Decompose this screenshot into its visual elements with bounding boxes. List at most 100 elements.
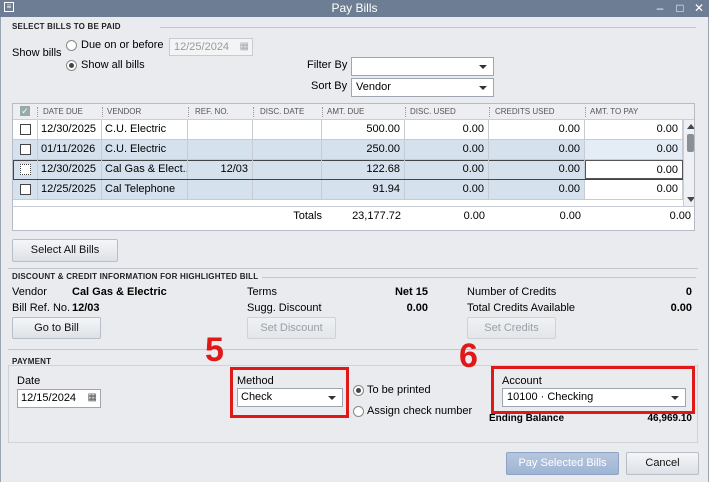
sort-by-select[interactable]: Vendor — [351, 78, 494, 97]
due-date-value: 12/25/2024 — [174, 41, 230, 53]
cell-ref-no — [188, 180, 253, 199]
discount-section-header: DISCOUNT & CREDIT INFORMATION FOR HIGHLI… — [12, 272, 259, 281]
method-select[interactable]: Check — [237, 388, 343, 407]
show-bills-label: Show bills — [12, 47, 62, 59]
scroll-thumb[interactable] — [687, 134, 694, 152]
divider — [8, 349, 698, 350]
chevron-down-icon — [479, 85, 487, 90]
account-label: Account — [502, 375, 542, 387]
total-credits-value: 0.00 — [670, 302, 692, 314]
to-be-printed-radio[interactable] — [353, 385, 364, 396]
num-credits-label: Number of Credits — [467, 286, 557, 298]
cell-credits-used: 0.00 — [489, 160, 585, 179]
col-amt-to-pay[interactable]: AMT. TO PAY — [590, 107, 638, 116]
row-checkbox[interactable] — [20, 144, 31, 155]
col-ref-no[interactable]: REF. NO. — [195, 107, 229, 116]
cell-date-due: 01/11/2026 — [37, 140, 102, 159]
cell-disc-used: 0.00 — [405, 140, 489, 159]
cell-ref-no — [188, 120, 253, 139]
cell-disc-used: 0.00 — [405, 160, 489, 179]
table-scrollbar[interactable] — [683, 120, 694, 206]
bill-ref-label: Bill Ref. No. — [12, 302, 71, 314]
scroll-down-icon[interactable] — [687, 197, 694, 202]
set-credits-button[interactable]: Set Credits — [467, 317, 556, 339]
table-row[interactable]: 12/30/2025 C.U. Electric 500.00 0.00 0.0… — [13, 120, 683, 140]
divider — [8, 268, 698, 269]
calendar-icon[interactable]: ▦ — [240, 41, 249, 52]
due-on-before-label[interactable]: Due on or before — [81, 39, 164, 51]
account-select[interactable]: 10100 · Checking — [502, 388, 686, 407]
cell-credits-used: 0.00 — [489, 140, 585, 159]
col-vendor[interactable]: VENDOR — [107, 107, 141, 116]
calendar-icon[interactable]: ▦ — [88, 392, 97, 403]
step-5-label: 5 — [205, 331, 224, 369]
show-all-bills-label[interactable]: Show all bills — [81, 59, 145, 71]
sort-by-label: Sort By — [311, 80, 348, 92]
chevron-down-icon — [671, 395, 679, 400]
cell-date-due: 12/25/2025 — [37, 180, 102, 199]
table-row[interactable]: 12/25/2025 Cal Telephone 91.94 0.00 0.00… — [13, 180, 683, 200]
divider — [160, 27, 696, 28]
filter-by-select[interactable] — [351, 57, 494, 76]
col-disc-used[interactable]: DISC. USED — [410, 107, 456, 116]
row-checkbox[interactable] — [20, 164, 31, 175]
payment-date-field[interactable]: 12/15/2024 ▦ — [17, 389, 101, 408]
assign-check-radio[interactable] — [353, 406, 364, 417]
col-disc-date[interactable]: DISC. DATE — [260, 107, 304, 116]
table-row-selected[interactable]: 12/30/2025 Cal Gas & Elect... 12/03 122.… — [13, 160, 683, 180]
table-row[interactable]: 01/11/2026 C.U. Electric 250.00 0.00 0.0… — [13, 140, 683, 160]
scroll-up-icon[interactable] — [687, 124, 694, 129]
sugg-discount-value: 0.00 — [406, 302, 428, 314]
col-credits-used[interactable]: CREDITS USED — [495, 107, 555, 116]
set-discount-button[interactable]: Set Discount — [247, 317, 336, 339]
vendor-value: Cal Gas & Electric — [72, 286, 167, 298]
cell-ref-no: 12/03 — [188, 160, 253, 179]
select-all-bills-button[interactable]: Select All Bills — [12, 239, 118, 262]
show-all-bills-radio[interactable] — [66, 60, 77, 71]
minimize-icon[interactable]: – — [651, 0, 669, 17]
bills-table: ✓ DATE DUE VENDOR REF. NO. DISC. DATE AM… — [12, 103, 695, 231]
totals-row: Totals 23,177.72 0.00 0.00 0.00 — [13, 206, 694, 226]
totals-disc-used: 0.00 — [463, 210, 485, 222]
restore-icon[interactable]: □ — [671, 0, 689, 17]
cell-vendor: Cal Telephone — [102, 180, 188, 199]
cell-credits-used: 0.00 — [489, 180, 585, 199]
cell-date-due: 12/30/2025 — [37, 120, 102, 139]
row-checkbox[interactable] — [20, 184, 31, 195]
to-be-printed-label[interactable]: To be printed — [367, 384, 431, 396]
assign-check-label[interactable]: Assign check number — [367, 405, 472, 417]
cell-disc-date — [253, 160, 322, 179]
payment-date-value: 12/15/2024 — [21, 392, 77, 404]
payment-date-label: Date — [17, 375, 41, 387]
pay-selected-bills-button[interactable]: Pay Selected Bills — [506, 452, 619, 475]
row-checkbox[interactable] — [20, 124, 31, 135]
cancel-button[interactable]: Cancel — [626, 452, 699, 475]
cell-amt-to-pay[interactable]: 0.00 — [585, 180, 683, 199]
col-amt-due[interactable]: AMT. DUE — [327, 107, 364, 116]
due-on-before-radio[interactable] — [66, 40, 77, 51]
col-date-due[interactable]: DATE DUE — [43, 107, 83, 116]
select-bills-header: SELECT BILLS TO BE PAID — [12, 22, 121, 31]
totals-amt-to-pay: 0.00 — [669, 210, 691, 222]
due-date-field[interactable]: 12/25/2024 ▦ — [169, 38, 253, 56]
go-to-bill-button[interactable]: Go to Bill — [12, 317, 101, 339]
cell-amt-due: 500.00 — [322, 120, 405, 139]
method-value: Check — [241, 391, 273, 403]
cell-amt-due: 250.00 — [322, 140, 405, 159]
cell-disc-date — [253, 140, 322, 159]
close-icon[interactable]: ✕ — [690, 0, 708, 17]
cell-ref-no — [188, 140, 253, 159]
cell-date-due: 12/30/2025 — [37, 160, 102, 179]
cell-amt-to-pay[interactable]: 0.00 — [585, 160, 683, 179]
ending-balance-label: Ending Balance — [489, 413, 565, 424]
account-value: 10100 · Checking — [507, 391, 594, 403]
cell-vendor: C.U. Electric — [102, 120, 188, 139]
cell-amt-to-pay[interactable]: 0.00 — [585, 120, 683, 139]
chevron-down-icon — [328, 395, 336, 400]
select-all-checkbox-icon[interactable]: ✓ — [20, 106, 30, 116]
sugg-discount-label: Sugg. Discount — [247, 302, 322, 314]
ending-balance-value: 46,969.10 — [647, 413, 693, 424]
title-bar: ≡ Pay Bills – □ ✕ — [0, 0, 709, 17]
cell-amt-to-pay[interactable]: 0.00 — [585, 140, 683, 159]
cell-vendor: Cal Gas & Elect... — [102, 160, 188, 179]
